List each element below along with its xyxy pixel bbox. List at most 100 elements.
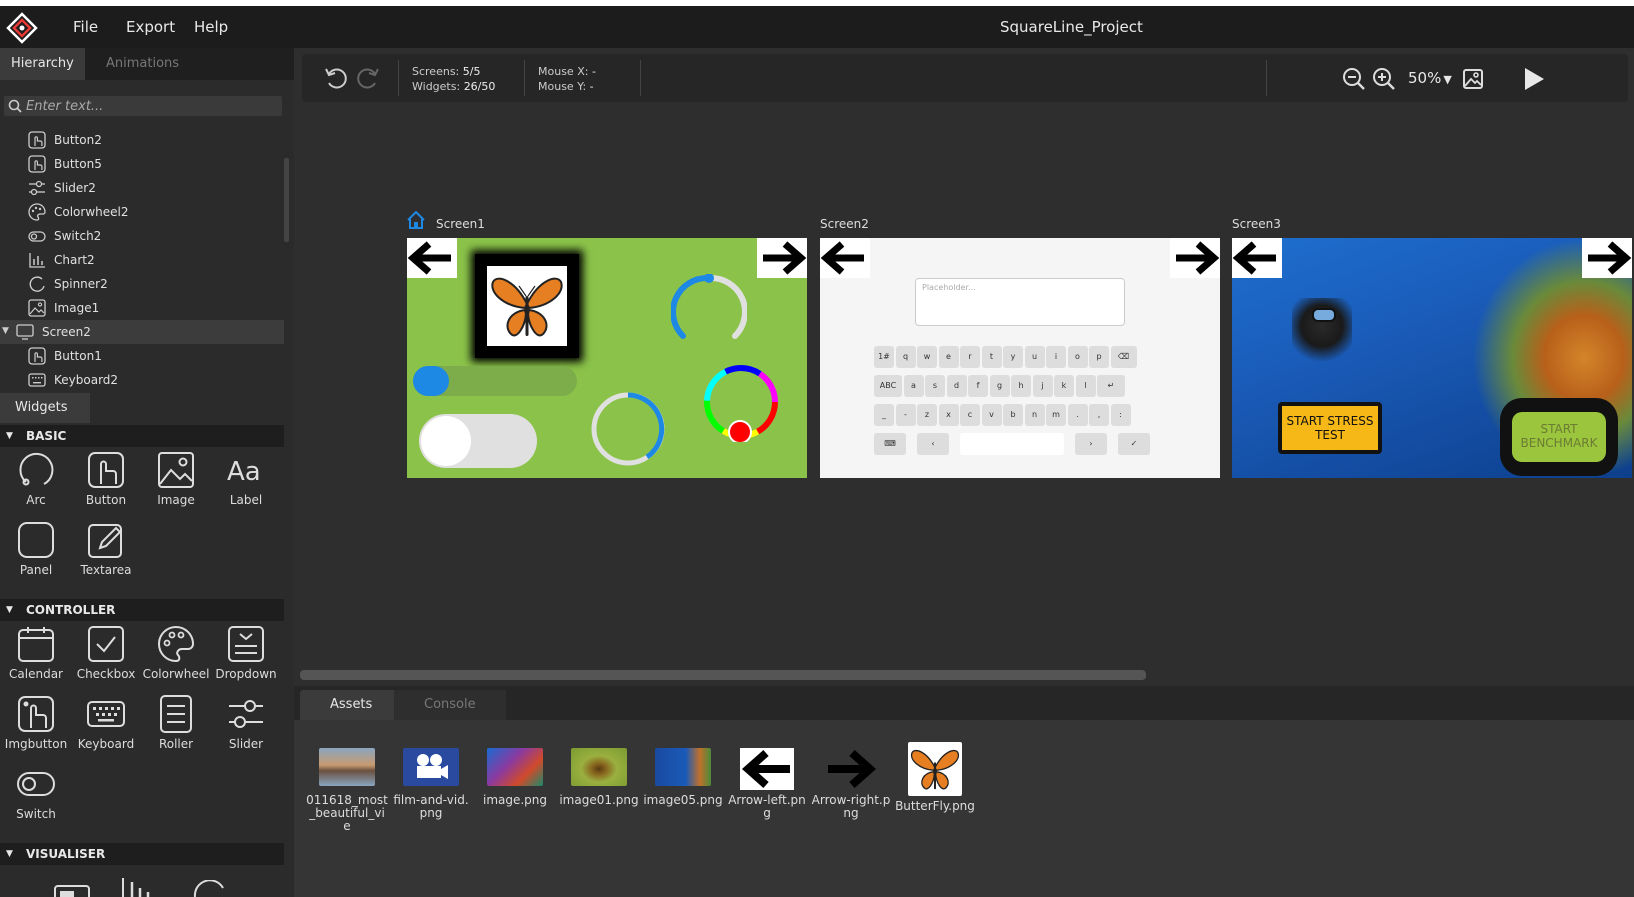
play-icon[interactable] bbox=[1522, 66, 1546, 92]
image-background-icon[interactable] bbox=[1462, 68, 1484, 90]
search-input[interactable] bbox=[26, 97, 276, 115]
arrow-left-icon[interactable] bbox=[407, 238, 457, 278]
undo-icon[interactable] bbox=[324, 66, 350, 90]
butterfly-image[interactable] bbox=[475, 254, 579, 358]
hierarchy-item-switch2[interactable]: Switch2 bbox=[0, 224, 284, 248]
hierarchy-item-image1[interactable]: Image1 bbox=[0, 296, 284, 320]
asset-item[interactable]: image.png bbox=[474, 748, 556, 807]
keyboard-key[interactable]: q bbox=[895, 346, 916, 368]
keyboard-key[interactable]: j bbox=[1032, 375, 1053, 397]
start-benchmark-button[interactable]: START BENCHMARK bbox=[1512, 412, 1606, 462]
asset-item[interactable]: film-and-vid.png bbox=[390, 748, 472, 820]
keyboard-key[interactable]: a bbox=[903, 375, 924, 397]
keyboard-key[interactable]: w bbox=[917, 346, 937, 368]
widget-dropdown[interactable]: Dropdown bbox=[211, 622, 281, 688]
screen2-preview[interactable]: Placeholder... 1# q w e r t y u i o p ⌫ ABC a s d f g h j k l… bbox=[820, 238, 1220, 478]
widget-imgbutton[interactable]: Imgbutton bbox=[1, 692, 71, 758]
keyboard-key[interactable]: - bbox=[895, 404, 916, 426]
hierarchy-item-button1[interactable]: Button1 bbox=[0, 344, 284, 368]
keyboard-key[interactable]: e bbox=[938, 346, 959, 368]
textarea-widget[interactable]: Placeholder... bbox=[915, 278, 1125, 326]
widget-checkbox[interactable]: Checkbox bbox=[71, 622, 141, 688]
zoom-out-icon[interactable] bbox=[1342, 67, 1366, 91]
asset-item[interactable]: image05.png bbox=[642, 748, 724, 807]
keyboard-key[interactable]: d bbox=[946, 375, 967, 397]
tab-widgets[interactable]: Widgets bbox=[0, 393, 90, 423]
section-controller[interactable]: ▼ CONTROLLER bbox=[0, 599, 284, 621]
keyboard-key[interactable]: s bbox=[925, 375, 945, 397]
chart-icon[interactable] bbox=[120, 878, 160, 897]
keyboard-key[interactable]: m bbox=[1046, 404, 1066, 426]
switch-widget[interactable] bbox=[419, 414, 537, 468]
keyboard-key[interactable]: t bbox=[981, 346, 1002, 368]
keyboard-key[interactable]: ‹ bbox=[917, 433, 949, 455]
zoom-in-icon[interactable] bbox=[1372, 67, 1396, 91]
keyboard-key[interactable]: l bbox=[1075, 375, 1096, 397]
keyboard-key[interactable]: ⌫ bbox=[1110, 346, 1137, 368]
hierarchy-item-screen2[interactable]: ▼ Screen2 bbox=[0, 320, 284, 344]
widget-slider[interactable]: Slider bbox=[211, 692, 281, 758]
keyboard-key[interactable]: p bbox=[1089, 346, 1109, 368]
keyboard-key[interactable]: b bbox=[1003, 404, 1023, 426]
widget-label[interactable]: Aa Label bbox=[211, 448, 281, 514]
hierarchy-item-button5[interactable]: Button5 bbox=[0, 152, 284, 176]
keyboard-key[interactable]: g bbox=[989, 375, 1010, 397]
keyboard-key[interactable]: : bbox=[1110, 404, 1131, 426]
menu-help[interactable]: Help bbox=[194, 18, 228, 36]
screen2-label[interactable]: Screen2 bbox=[820, 217, 869, 231]
keyboard-key[interactable]: n bbox=[1024, 404, 1045, 426]
keyboard-key[interactable]: _ bbox=[874, 404, 894, 426]
arrow-right-icon[interactable] bbox=[1582, 238, 1632, 278]
keyboard-key[interactable]: . bbox=[1067, 404, 1088, 426]
hierarchy-scrollbar[interactable] bbox=[284, 158, 289, 242]
keyboard-key[interactable]: r bbox=[960, 346, 980, 368]
spinner-widget[interactable] bbox=[589, 390, 667, 468]
start-stress-test-button[interactable]: START STRESS TEST bbox=[1278, 402, 1382, 454]
hierarchy-item-spinner2[interactable]: Spinner2 bbox=[0, 272, 284, 296]
screen3-label[interactable]: Screen3 bbox=[1232, 217, 1281, 231]
widget-colorwheel[interactable]: Colorwheel bbox=[141, 622, 211, 688]
section-basic[interactable]: ▼ BASIC bbox=[0, 425, 284, 447]
section-visualiser[interactable]: ▼ VISUALISER bbox=[0, 843, 284, 865]
keyboard-key[interactable]: y bbox=[1003, 346, 1023, 368]
tab-assets[interactable]: Assets bbox=[300, 690, 403, 720]
tab-console[interactable]: Console bbox=[394, 690, 506, 720]
keyboard-key[interactable]: z bbox=[917, 404, 937, 426]
keyboard-key[interactable]: , bbox=[1089, 404, 1109, 426]
keyboard-key[interactable]: k bbox=[1054, 375, 1074, 397]
asset-item[interactable]: Arrow-left.png bbox=[726, 748, 808, 820]
widget-button[interactable]: Button bbox=[71, 448, 141, 514]
keyboard-key[interactable] bbox=[960, 433, 1064, 455]
asset-item[interactable]: Arrow-right.png bbox=[810, 748, 892, 820]
arc-widget[interactable] bbox=[671, 274, 747, 350]
slider-knob[interactable] bbox=[413, 366, 449, 396]
keyboard-key[interactable]: i bbox=[1046, 346, 1066, 368]
keyboard-key[interactable]: ABC bbox=[874, 375, 902, 397]
spinner-icon[interactable] bbox=[193, 880, 225, 897]
widget-image[interactable]: Image bbox=[141, 448, 211, 514]
menu-file[interactable]: File bbox=[73, 18, 98, 36]
keyboard-key[interactable]: › bbox=[1075, 433, 1107, 455]
keyboard-key[interactable]: h bbox=[1011, 375, 1031, 397]
slider-widget[interactable] bbox=[413, 366, 577, 396]
expand-arrow-icon[interactable]: ▼ bbox=[2, 326, 9, 336]
colorwheel-widget[interactable] bbox=[701, 362, 781, 442]
arrow-left-icon[interactable] bbox=[1232, 238, 1282, 278]
asset-item[interactable]: image01.png bbox=[558, 748, 640, 807]
zoom-dropdown[interactable]: 50% ▼ bbox=[1408, 69, 1452, 87]
keyboard-key[interactable]: o bbox=[1067, 346, 1088, 368]
arrow-right-icon[interactable] bbox=[757, 238, 807, 278]
redo-icon[interactable] bbox=[354, 66, 380, 90]
hierarchy-item-chart2[interactable]: Chart2 bbox=[0, 248, 284, 272]
tab-hierarchy[interactable]: Hierarchy bbox=[0, 48, 85, 80]
keyboard-widget[interactable]: 1# q w e r t y u i o p ⌫ ABC a s d f g h j k l ↵ _ - z x c v b n m.,: ⌨ ‹… bbox=[874, 346, 1174, 466]
widget-keyboard[interactable]: Keyboard bbox=[71, 692, 141, 758]
widget-calendar[interactable]: Calendar bbox=[1, 622, 71, 688]
hierarchy-item-keyboard2[interactable]: Keyboard2 bbox=[0, 368, 284, 392]
widget-panel[interactable]: Panel bbox=[1, 518, 71, 584]
canvas-horizontal-scrollbar[interactable] bbox=[300, 670, 1146, 680]
arrow-right-icon[interactable] bbox=[1170, 238, 1220, 278]
keyboard-key[interactable]: f bbox=[968, 375, 988, 397]
asset-item[interactable]: 011618_most_beautiful_vie bbox=[306, 748, 388, 833]
widget-textarea[interactable]: Textarea bbox=[71, 518, 141, 584]
